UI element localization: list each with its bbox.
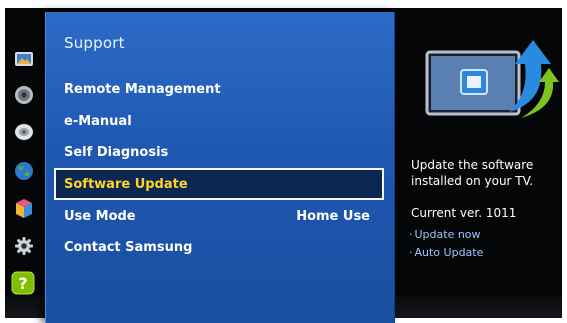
menu-item-contact-samsung[interactable]: Contact Samsung <box>54 233 384 261</box>
menu-item-label: Remote Management <box>64 81 221 97</box>
photo-icon[interactable] <box>13 48 35 70</box>
menu-item-self-diagnosis[interactable]: Self Diagnosis <box>54 138 384 166</box>
support-panel: Support Remote Management e-Manual Self … <box>45 12 395 323</box>
satellite-dish-icon[interactable] <box>13 121 35 143</box>
menu-item-label: Contact Samsung <box>64 239 193 255</box>
update-now-label: Update now <box>414 228 481 241</box>
panel-title: Support <box>64 34 125 52</box>
menu-item-remote-management[interactable]: Remote Management <box>54 75 384 103</box>
current-version: Current ver. 1011 <box>411 206 517 220</box>
menu-item-use-mode[interactable]: Use Mode Home Use <box>54 202 384 230</box>
update-now-link[interactable]: · Update now <box>409 228 481 241</box>
menu-item-label: e-Manual <box>64 113 132 129</box>
info-description: Update the software installed on your TV… <box>411 158 534 188</box>
auto-update-label: Auto Update <box>414 246 484 259</box>
menu-item-e-manual[interactable]: e-Manual <box>54 107 384 135</box>
bullet: · <box>409 228 413 241</box>
gear-icon[interactable] <box>13 235 35 257</box>
globe-icon[interactable] <box>13 160 35 182</box>
menu-item-label: Use Mode <box>64 208 136 224</box>
menu-item-label: Self Diagnosis <box>64 144 169 160</box>
software-update-illustration <box>425 38 561 128</box>
menu-item-label: Software Update <box>64 176 188 192</box>
menu-item-software-update[interactable]: Software Update <box>54 168 384 200</box>
question-icon-label: ? <box>18 274 27 293</box>
auto-update-link[interactable]: · Auto Update <box>409 246 483 259</box>
apps-box-icon[interactable] <box>13 198 35 220</box>
use-mode-value: Home Use <box>296 208 370 224</box>
speaker-icon[interactable] <box>13 84 35 106</box>
bullet: · <box>409 246 413 259</box>
question-icon[interactable]: ? <box>11 271 35 295</box>
